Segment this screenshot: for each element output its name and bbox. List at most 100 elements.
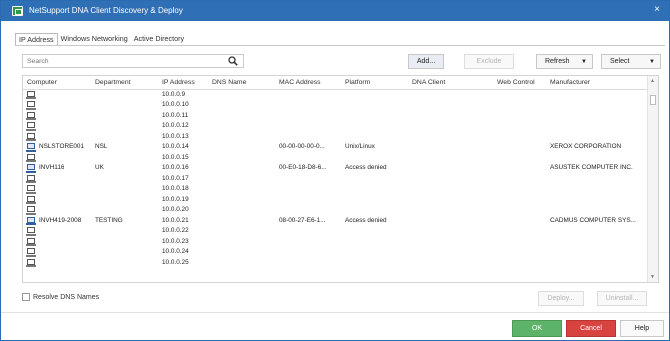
cell-ip-address: 10.0.0.10 (162, 101, 189, 108)
cell-ip-address: 10.0.0.23 (162, 237, 189, 245)
cell-platform: Access denied (345, 164, 387, 171)
cell-department: UK (95, 164, 104, 171)
cell-ip-address: 10.0.0.20 (162, 206, 189, 213)
chevron-down-icon: ▼ (649, 59, 655, 65)
table-row[interactable]: 10.0.0.13 (23, 132, 648, 143)
column-header-dna-client[interactable]: DNA Client (412, 79, 445, 86)
grid-header: Computer Department IP Address DNS Name … (23, 76, 658, 90)
netsupport-dna-icon (12, 6, 23, 16)
resolve-dns-label: Resolve DNS Names (33, 293, 100, 301)
table-row[interactable]: 10.0.0.15 (23, 153, 648, 164)
cell-ip-address: 10.0.0.13 (162, 132, 189, 140)
scrollbar-thumb[interactable] (650, 95, 656, 105)
column-header-department[interactable]: Department (95, 79, 131, 86)
computer-icon (26, 153, 36, 163)
table-row[interactable]: 10.0.0.9 (23, 90, 648, 101)
column-header-mac-address[interactable]: MAC Address (279, 79, 321, 86)
computer-icon (26, 90, 36, 100)
table-row[interactable]: 10.0.0.25 (23, 258, 648, 269)
title-bar[interactable]: NetSupport DNA Client Discovery & Deploy… (1, 1, 669, 21)
resolve-dns-checkbox[interactable] (22, 293, 30, 301)
table-row[interactable]: INVH419-2008 TESTING 10.0.0.21 08-00-27-E6-… (23, 216, 648, 227)
deploy-button[interactable]: Deploy... (538, 291, 584, 306)
table-row[interactable]: 10.0.0.12 (23, 122, 648, 133)
cell-manufacturer: XEROX CORPORATION (550, 143, 622, 150)
search-input[interactable] (23, 55, 213, 67)
exclude-button[interactable]: Exclude (464, 54, 514, 69)
cell-ip-address: 10.0.0.18 (162, 185, 189, 192)
computer-icon (26, 143, 36, 152)
table-row[interactable]: 10.0.0.17 (23, 174, 648, 185)
table-row[interactable]: 10.0.0.10 (23, 101, 648, 112)
cell-mac-address: 08-00-27-E6-1... (279, 216, 326, 224)
cell-computer: INVH116 (39, 164, 65, 171)
column-header-dns-name[interactable]: DNS Name (212, 79, 246, 86)
cell-mac-address: 00-00-00-00-0... (279, 143, 325, 150)
close-button[interactable]: × (651, 4, 663, 16)
cell-mac-address: 00-E0-18-D8-6... (279, 164, 327, 171)
table-row[interactable]: 10.0.0.24 (23, 248, 648, 259)
grid-rows: 10.0.0.9 10.0.0.10 10.0.0.11 10.0.0.12 10.0.… (23, 90, 648, 269)
cell-manufacturer: ASUSTEK COMPUTER INC. (550, 164, 633, 171)
column-header-ip-address[interactable]: IP Address (162, 79, 195, 86)
table-row[interactable]: 10.0.0.19 (23, 195, 648, 206)
computer-icon (26, 216, 36, 226)
search-icon[interactable] (228, 56, 238, 66)
table-row[interactable]: 10.0.0.22 (23, 227, 648, 238)
resolve-dns-option[interactable]: Resolve DNS Names (22, 292, 99, 302)
table-row[interactable]: 10.0.0.20 (23, 206, 648, 217)
help-button[interactable]: Help (620, 320, 664, 337)
cell-manufacturer: CADMUS COMPUTER SYS... (550, 216, 636, 224)
cell-ip-address: 10.0.0.16 (162, 164, 189, 171)
table-row[interactable]: INVH116 UK 10.0.0.16 00-E0-18-D8-6... Access… (23, 164, 648, 175)
ok-button[interactable]: OK (512, 320, 562, 337)
select-label: Select (610, 58, 630, 65)
computer-icon (26, 111, 36, 121)
cell-ip-address: 10.0.0.24 (162, 248, 189, 255)
search-box (22, 54, 244, 68)
computer-icon (26, 174, 36, 184)
cell-ip-address: 10.0.0.11 (162, 111, 189, 119)
add-button[interactable]: Add... (408, 54, 444, 69)
refresh-dropdown[interactable]: Refresh ▼ (536, 54, 593, 69)
uninstall-button[interactable]: Uninstall... (597, 291, 647, 306)
cell-ip-address: 10.0.0.21 (162, 216, 189, 224)
chevron-down-icon: ▼ (581, 59, 587, 65)
cell-department: NSL (95, 143, 108, 150)
footer-divider (1, 312, 669, 313)
cell-platform: Unix/Linux (345, 143, 375, 150)
cell-ip-address: 10.0.0.14 (162, 143, 189, 150)
cell-ip-address: 10.0.0.25 (162, 258, 189, 266)
tab-divider (15, 45, 665, 46)
table-row[interactable]: 10.0.0.11 (23, 111, 648, 122)
table-row[interactable]: 10.0.0.18 (23, 185, 648, 196)
computer-icon (26, 122, 36, 131)
table-row[interactable]: NSLSTORE001 NSL 10.0.0.14 00-00-00-00-0... U… (23, 143, 648, 154)
scroll-up-icon[interactable]: ▲ (650, 78, 655, 84)
cell-platform: Access denied (345, 216, 387, 224)
computer-grid: Computer Department IP Address DNS Name … (22, 75, 659, 283)
cancel-button[interactable]: Cancel (566, 320, 616, 337)
cell-department: TESTING (95, 216, 123, 224)
cell-ip-address: 10.0.0.22 (162, 227, 189, 234)
column-header-platform[interactable]: Platform (345, 79, 370, 86)
cell-ip-address: 10.0.0.9 (162, 90, 186, 98)
scroll-down-icon[interactable]: ▼ (650, 274, 655, 280)
cell-ip-address: 10.0.0.15 (162, 153, 189, 161)
computer-icon (26, 132, 36, 142)
column-header-web-control[interactable]: Web Control (497, 79, 535, 86)
cell-computer: INVH419-2008 (39, 216, 82, 224)
computer-icon (26, 258, 36, 268)
computer-icon (26, 248, 36, 257)
column-header-computer[interactable]: Computer (27, 79, 57, 86)
refresh-label: Refresh (545, 58, 570, 65)
cell-ip-address: 10.0.0.17 (162, 174, 189, 182)
vertical-scrollbar[interactable]: ▲ ▼ (647, 76, 658, 282)
computer-icon (26, 164, 36, 173)
computer-icon (26, 227, 36, 236)
table-row[interactable]: 10.0.0.23 (23, 237, 648, 248)
column-header-manufacturer[interactable]: Manufacturer (550, 79, 590, 86)
select-dropdown[interactable]: Select ▼ (601, 54, 661, 69)
cell-ip-address: 10.0.0.19 (162, 195, 189, 203)
cell-ip-address: 10.0.0.12 (162, 122, 189, 129)
